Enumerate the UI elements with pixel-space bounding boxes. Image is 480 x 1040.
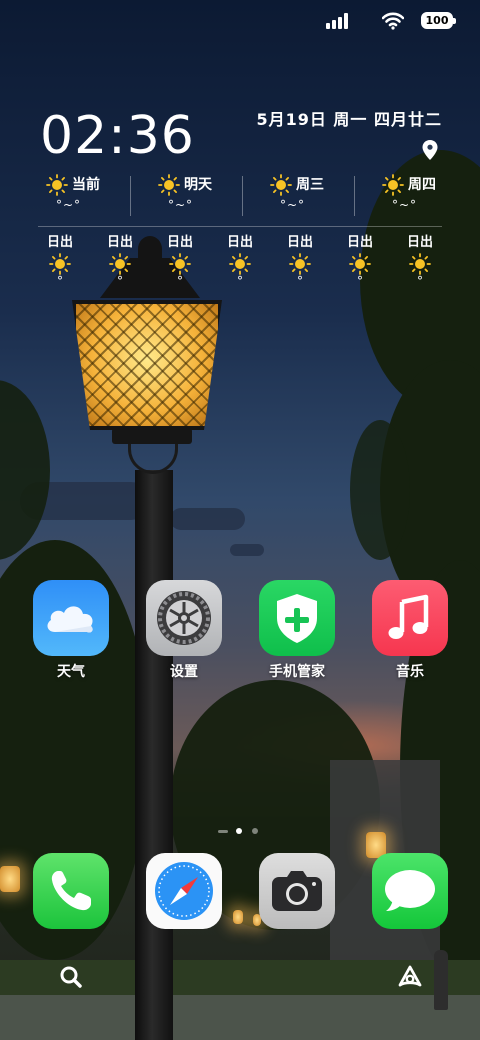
- forecast-day-label: 周四: [408, 177, 436, 193]
- battery-indicator: 100: [421, 12, 456, 29]
- hourly-label: 日出: [46, 235, 73, 250]
- forecast-day: 当前 °~°: [20, 168, 132, 224]
- sun-icon: [382, 174, 404, 200]
- sun-icon: [150, 252, 210, 276]
- hourly-forecast: 日出 ° 日出 ° 日出 ° 日出 ° 日出 ° 日出 ° 日出 °: [30, 234, 460, 294]
- sun-icon: [90, 252, 150, 276]
- dock-camera[interactable]: [247, 853, 347, 929]
- page-indicator[interactable]: [218, 826, 262, 836]
- hourly-temp: °: [57, 274, 63, 288]
- dock-safari[interactable]: [134, 853, 234, 929]
- phone-icon[interactable]: [33, 853, 109, 929]
- dock-messages[interactable]: [360, 853, 460, 929]
- sun-icon: [330, 252, 390, 276]
- hourly-label: 日出: [286, 235, 313, 250]
- hourly-item: 日出 °: [270, 234, 330, 294]
- forecast-day-temp: °~°: [168, 198, 194, 212]
- hourly-item: 日出 °: [30, 234, 90, 294]
- hourly-temp: °: [357, 274, 363, 288]
- forecast-day-label: 周三: [296, 177, 324, 193]
- hourly-temp: °: [177, 274, 183, 288]
- app-label: 音乐: [396, 664, 424, 680]
- clock-date: 5月19日 周一 四月廿二: [256, 110, 442, 129]
- messages-bubble-icon[interactable]: [372, 853, 448, 929]
- hourly-temp: °: [297, 274, 303, 288]
- dock-phone[interactable]: [21, 853, 121, 929]
- clock-time: 02:36: [40, 106, 195, 166]
- sun-icon: [270, 174, 292, 200]
- phone-manager-shield-icon[interactable]: [259, 580, 335, 656]
- app-label: 手机管家: [269, 664, 325, 680]
- hourly-temp: °: [117, 274, 123, 288]
- hourly-temp: °: [417, 274, 423, 288]
- sun-icon: [46, 174, 68, 200]
- forecast-day-label: 明天: [184, 177, 212, 193]
- hourly-item: 日出 °: [90, 234, 150, 294]
- sun-icon: [158, 174, 180, 200]
- hourly-label: 日出: [226, 235, 253, 250]
- hourly-label: 日出: [106, 235, 133, 250]
- app-label: 天气: [57, 664, 85, 680]
- weather-icon[interactable]: [33, 580, 109, 656]
- settings-gear-icon[interactable]: [146, 580, 222, 656]
- wifi-icon: [381, 12, 405, 34]
- app-phone-manager[interactable]: 手机管家: [247, 580, 347, 681]
- sun-icon: [390, 252, 450, 276]
- camera-icon[interactable]: [259, 853, 335, 929]
- ai-assistant-icon[interactable]: [395, 962, 425, 992]
- app-weather[interactable]: 天气: [21, 580, 121, 681]
- hourly-label: 日出: [166, 235, 193, 250]
- location-pin-icon: [422, 140, 440, 160]
- forecast-day-label: 当前: [72, 177, 100, 193]
- hourly-item: 日出 °: [330, 234, 390, 294]
- app-music[interactable]: 音乐: [360, 580, 460, 681]
- status-bar: 100: [0, 0, 480, 44]
- hourly-label: 日出: [346, 235, 373, 250]
- forecast-day: 明天 °~°: [132, 168, 244, 224]
- sun-icon: [210, 252, 270, 276]
- forecast-day-temp: °~°: [392, 198, 418, 212]
- hourly-item: 日出 °: [150, 234, 210, 294]
- forecast-day-temp: °~°: [56, 198, 82, 212]
- forecast-day-temp: °~°: [280, 198, 306, 212]
- forecast-day: 周四 °~°: [356, 168, 468, 224]
- app-settings[interactable]: 设置: [134, 580, 234, 681]
- hourly-temp: °: [237, 274, 243, 288]
- safari-compass-icon[interactable]: [146, 853, 222, 929]
- page-indicator-dot: [252, 828, 258, 834]
- hourly-item: 日出 °: [210, 234, 270, 294]
- page-indicator-dot: [236, 828, 242, 834]
- sun-icon: [30, 252, 90, 276]
- hourly-label: 日出: [406, 235, 433, 250]
- app-label: 设置: [170, 664, 198, 680]
- cellular-signal-icon: [326, 13, 352, 29]
- sun-icon: [270, 252, 330, 276]
- search-icon[interactable]: [56, 962, 86, 992]
- page-indicator-dot: [218, 830, 228, 833]
- music-note-icon[interactable]: [372, 580, 448, 656]
- forecast-day: 周三 °~°: [244, 168, 356, 224]
- hourly-item: 日出 °: [390, 234, 450, 294]
- daily-forecast: 当前 °~° 明天 °~° 周三 °~° 周四 °~°: [20, 168, 460, 224]
